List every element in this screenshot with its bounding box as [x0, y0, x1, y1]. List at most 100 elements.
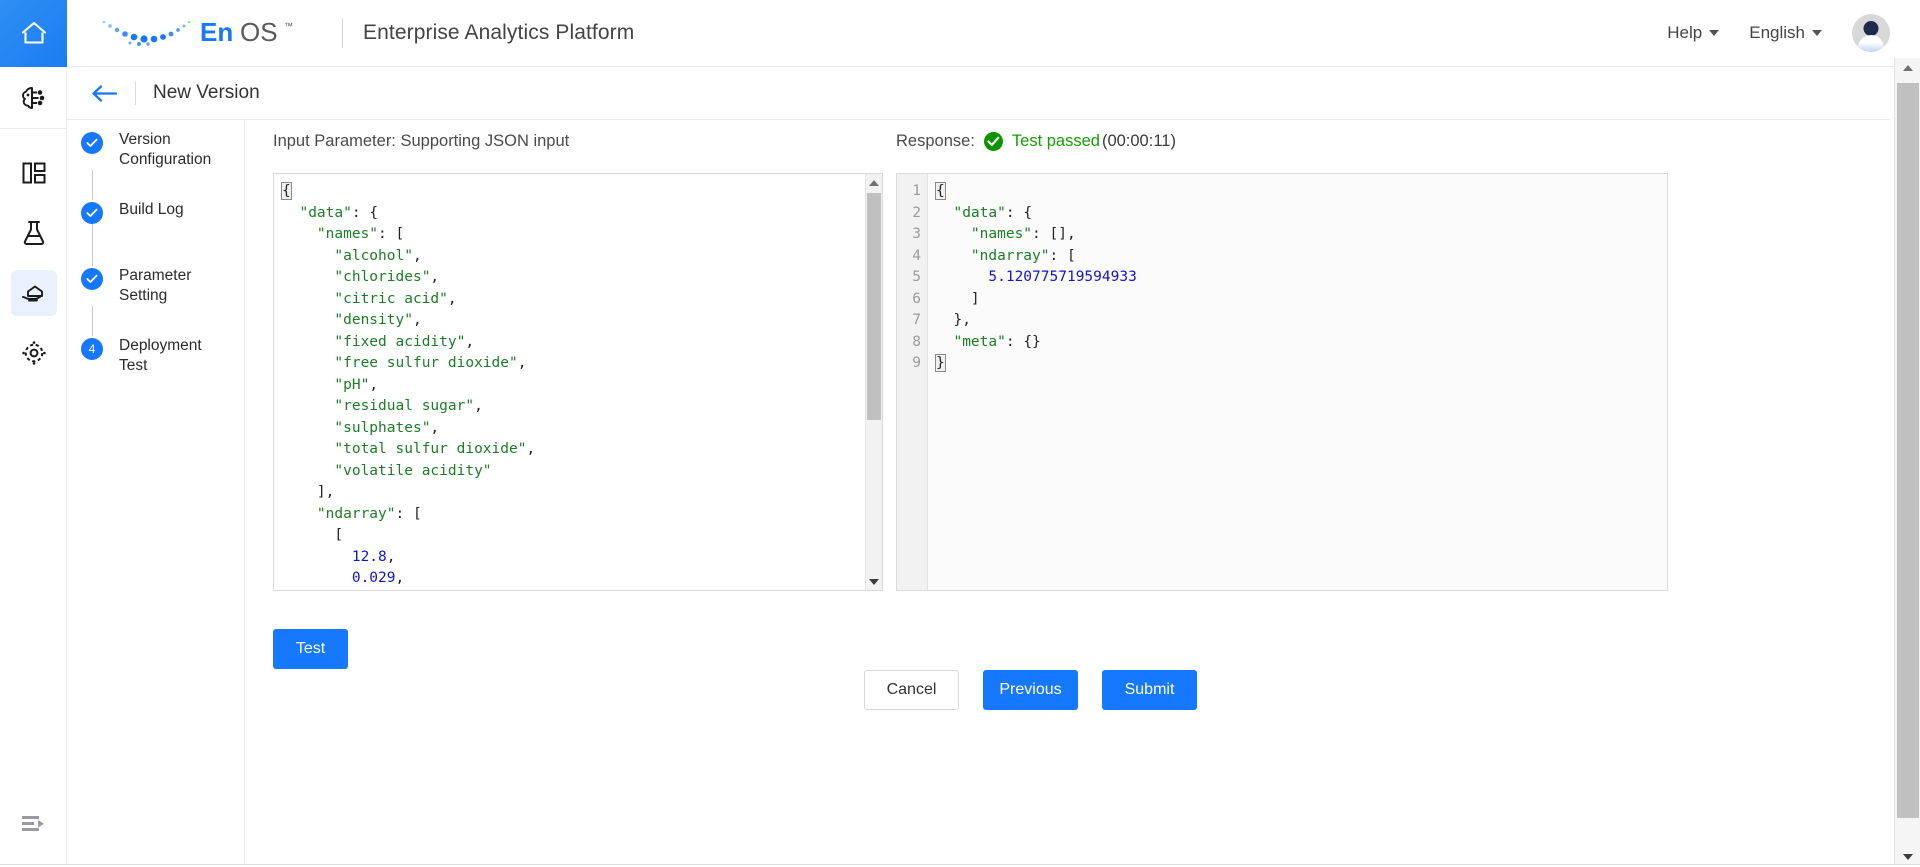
code-token: : {: [1005, 204, 1033, 221]
enos-logo[interactable]: En OS ™: [92, 13, 322, 53]
code-line: 0.029,: [282, 568, 882, 590]
code-line: "names": [: [282, 224, 882, 246]
back-arrow-icon[interactable]: [91, 84, 118, 103]
line-number: 6: [912, 290, 921, 307]
code-token: ,: [474, 398, 483, 414]
code-token: ,: [412, 312, 422, 328]
code-line: }: [935, 353, 1667, 375]
code-token: : [: [395, 505, 422, 522]
code-token: "pH": [334, 376, 370, 393]
step-label: Version Configuration: [119, 131, 212, 168]
cancel-button[interactable]: Cancel: [864, 670, 959, 710]
code-token: : {}: [1005, 333, 1041, 350]
code-token: ,: [412, 247, 422, 264]
code-token: [: [282, 527, 344, 543]
code-token: "meta": [953, 333, 1006, 350]
svg-text:OS: OS: [240, 17, 278, 47]
line-number: 7: [912, 312, 921, 328]
help-label: Help: [1667, 23, 1703, 42]
code-token: "density": [334, 312, 413, 328]
code-token: "residual sugar": [334, 398, 475, 414]
code-token: "sulphates": [334, 419, 431, 436]
code-line: "total sulfur dioxide",: [282, 439, 882, 461]
code-token: ],: [282, 484, 335, 500]
code-token: "free sulfur dioxide": [334, 355, 518, 371]
line-number: 5: [912, 269, 921, 285]
code-token: "fixed acidity": [334, 333, 466, 350]
line-number: 1: [912, 183, 921, 199]
step-item-2[interactable]: Build Log: [81, 200, 244, 224]
header-divider: [135, 81, 136, 105]
avatar[interactable]: [1852, 14, 1890, 52]
code-token: {: [281, 182, 292, 200]
line-number: 4: [912, 247, 921, 264]
header-actions: Help English: [1667, 14, 1920, 52]
previous-button[interactable]: Previous: [983, 670, 1078, 710]
page-scrollbar-thumb[interactable]: [1897, 83, 1919, 818]
avatar-body: [1858, 35, 1884, 52]
sidebar-item-model-serving[interactable]: [0, 263, 67, 323]
line-number-gutter: 1 2 3 4 5 6 7 8 9: [897, 174, 928, 590]
home-button[interactable]: [0, 0, 67, 67]
scrollbar-thumb[interactable]: [867, 193, 881, 420]
step-label: Build Log: [119, 201, 184, 218]
scroll-up-arrow-icon[interactable]: [866, 174, 882, 191]
code-token: "chlorides": [334, 269, 431, 285]
code-line: "sulphates",: [282, 418, 882, 440]
language-menu[interactable]: English: [1749, 23, 1822, 43]
sidebar-item-ai-studio[interactable]: [0, 67, 67, 129]
step-check-icon: [81, 202, 103, 224]
code-line: 0.48,: [282, 590, 882, 591]
test-button[interactable]: Test: [273, 629, 348, 669]
page-scrollbar[interactable]: [1894, 58, 1920, 867]
footer-button-group: Cancel Previous Submit: [245, 670, 1894, 710]
code-line: "ndarray": [: [936, 246, 1667, 268]
code-line: "names": [],: [936, 224, 1667, 246]
code-token: "data": [953, 204, 1006, 221]
code-token: "ndarray": [316, 505, 396, 522]
input-scrollbar[interactable]: [865, 174, 882, 590]
submit-button[interactable]: Submit: [1102, 670, 1197, 710]
page-scroll-up-arrow-icon[interactable]: [1895, 58, 1920, 78]
step-item-1[interactable]: Version Configuration: [81, 130, 244, 170]
step-item-3[interactable]: Parameter Setting: [81, 266, 244, 306]
svg-text:™: ™: [284, 21, 293, 31]
code-line: {: [935, 181, 1667, 203]
code-token: ,: [447, 290, 457, 307]
code-line: "citric acid",: [282, 289, 882, 311]
scroll-down-arrow-icon[interactable]: [866, 573, 882, 590]
platform-title: Enterprise Analytics Platform: [363, 21, 635, 44]
line-number: 2: [912, 204, 921, 221]
help-menu[interactable]: Help: [1667, 23, 1720, 43]
code-line: "fixed acidity",: [282, 332, 882, 354]
line-number: 3: [912, 226, 921, 242]
sidebar-item-settings[interactable]: [0, 323, 67, 383]
step-item-4[interactable]: 4 Deployment Test: [81, 336, 244, 376]
input-json-editor[interactable]: { "data": { "names": [ "alcohol", "chlor…: [273, 173, 883, 591]
code-token: ,: [369, 376, 379, 393]
step-connector: [92, 170, 93, 200]
code-token: ,: [386, 548, 396, 565]
step-connector: [92, 224, 93, 266]
code-line: "meta": {}: [936, 332, 1667, 354]
code-token: "total sulfur dioxide": [334, 441, 527, 457]
code-token: 12.8: [351, 548, 387, 565]
sidebar-item-experiments[interactable]: [0, 203, 67, 263]
status-elapsed-time: (00:00:11): [1101, 132, 1176, 150]
sidebar-item-workspace[interactable]: [0, 143, 67, 203]
code-line: "volatile acidity": [282, 461, 882, 483]
page-header: New Version: [67, 67, 1890, 120]
collapse-menu-button[interactable]: [0, 801, 67, 853]
input-json-code[interactable]: { "data": { "names": [ "alcohol", "chlor…: [274, 174, 882, 590]
